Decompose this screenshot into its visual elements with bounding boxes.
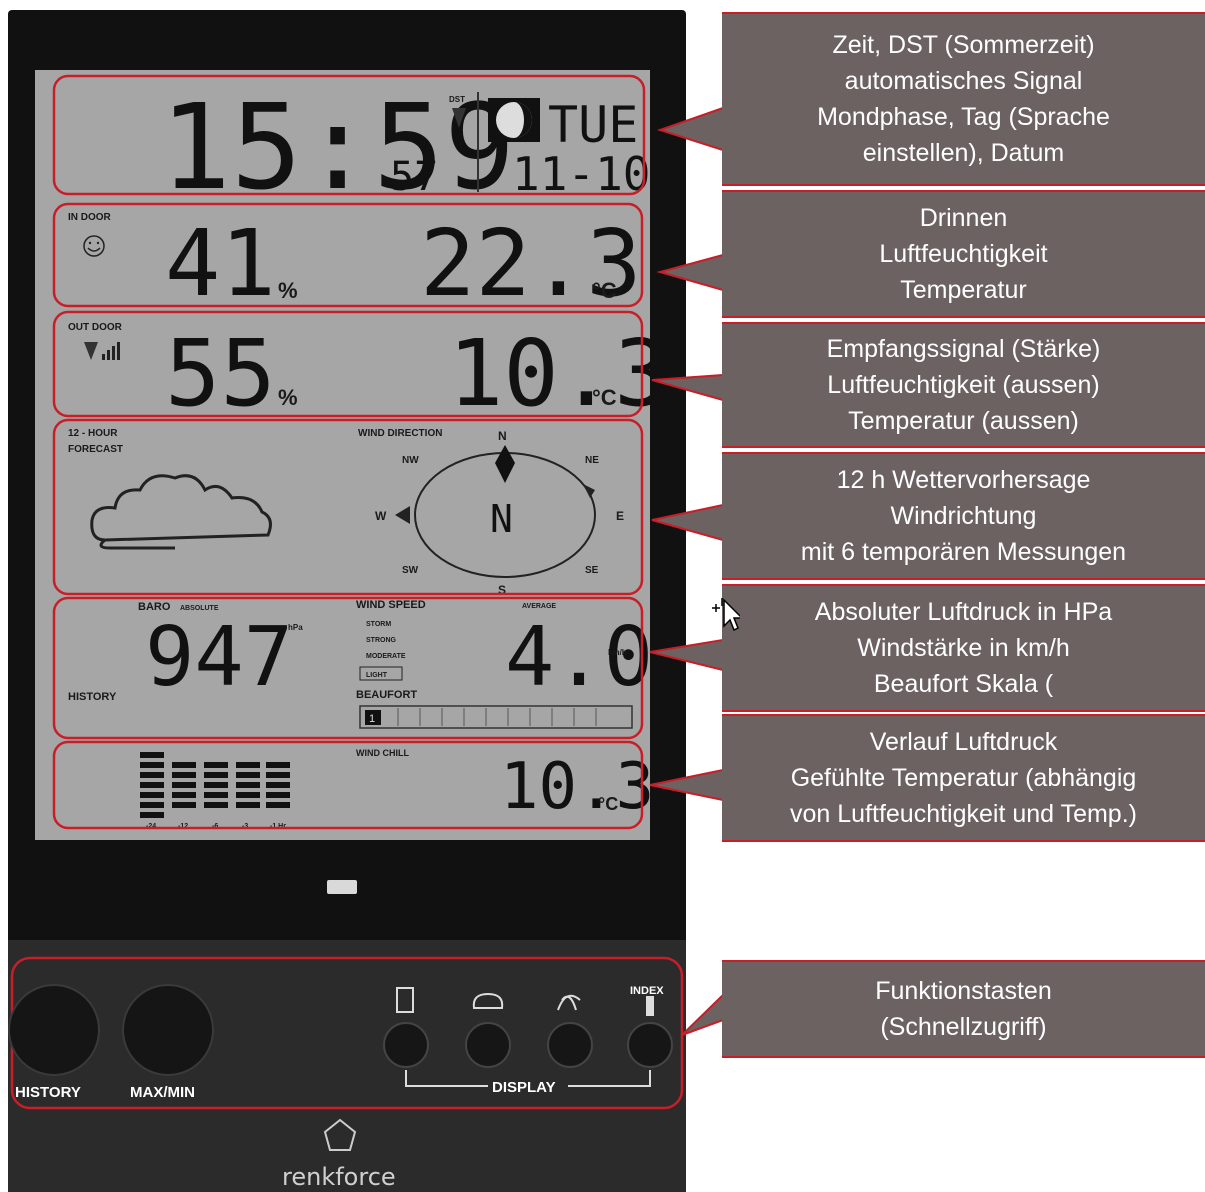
compass-center: N xyxy=(490,497,513,541)
day-display: TUE xyxy=(548,96,638,154)
callout-history: Verlauf Luftdruck Gefühlte Temperatur (a… xyxy=(722,714,1205,842)
history-label: HISTORY xyxy=(68,691,117,703)
callout-line: Luftfeuchtigkeit xyxy=(879,240,1048,268)
compass-nw: NW xyxy=(402,455,419,466)
callout-time: Zeit, DST (Sommerzeit) automatisches Sig… xyxy=(722,12,1205,186)
callout-line: Gefühlte Temperatur (abhängig xyxy=(790,764,1137,792)
callout-line: Windstärke in km/h xyxy=(857,634,1070,662)
forecast-icon xyxy=(472,992,504,1009)
forecast-section: 12 - HOUR FORECAST WIND DIRECTION N NE E… xyxy=(68,428,624,597)
storm-label: STORM xyxy=(366,621,391,628)
callout-line: Verlauf Luftdruck xyxy=(869,728,1058,756)
callout-line: Absoluter Luftdruck in HPa xyxy=(814,598,1113,626)
kmh-label: km/h xyxy=(608,648,627,657)
display-button-4[interactable] xyxy=(627,1022,673,1068)
callout-line: Funktionstasten xyxy=(875,977,1052,1005)
history-button[interactable] xyxy=(8,984,100,1076)
outdoor-section: OUT DOOR 55 % 10.3 °C xyxy=(68,320,670,427)
beaufort-label: BEAUFORT xyxy=(356,689,417,701)
callout-line: Temperatur xyxy=(900,276,1027,304)
strong-label: STRONG xyxy=(366,637,397,644)
callout-line: Luftfeuchtigkeit (aussen) xyxy=(827,371,1100,399)
indoor-label: IN DOOR xyxy=(68,212,112,223)
wind-direction-label: WIND DIRECTION xyxy=(358,428,442,439)
pressure-value: 947 xyxy=(145,610,293,705)
thermometer-icon xyxy=(646,996,654,1016)
wind-icon xyxy=(557,994,581,1011)
wind-speed-value: 4.0 xyxy=(505,610,653,705)
outdoor-percent: % xyxy=(278,385,298,410)
callout-line: Windrichtung xyxy=(890,502,1037,530)
dst-label: DST xyxy=(449,95,465,104)
callout-pointers xyxy=(649,107,724,1036)
compass-w: W xyxy=(375,509,387,523)
moderate-label: MODERATE xyxy=(366,653,406,660)
cloud-icon xyxy=(90,474,272,542)
baro-windspeed-section: BARO ABSOLUTE 947 hPa WIND SPEED AVERAGE… xyxy=(68,599,653,729)
callout-line: Drinnen xyxy=(919,204,1008,232)
callout-line: von Luftfeuchtigkeit und Temp.) xyxy=(790,800,1137,828)
light-label: LIGHT xyxy=(366,672,388,679)
wind-chill-value: 10.3 xyxy=(500,750,654,824)
callout-line: Temperatur (aussen) xyxy=(848,407,1079,435)
status-led xyxy=(327,880,357,894)
compass-se: SE xyxy=(585,565,599,576)
smiley-icon xyxy=(83,235,105,257)
indoor-percent: % xyxy=(278,278,298,303)
beaufort-value: 1 xyxy=(369,713,375,725)
renkforce-logo-icon xyxy=(323,1118,357,1151)
index-label: INDEX xyxy=(630,985,664,997)
wind-direction-pointer-icon xyxy=(495,445,515,483)
hpa-label: hPa xyxy=(288,623,303,632)
callout-buttons: Funktionstasten (Schnellzugriff) xyxy=(722,960,1205,1058)
callout-line: Mondphase, Tag (Sprache xyxy=(817,103,1110,131)
outdoor-label: OUT DOOR xyxy=(68,322,123,333)
callout-line: 12 h Wettervorhersage xyxy=(836,466,1091,494)
maxmin-button[interactable] xyxy=(122,984,214,1076)
display-button-3[interactable] xyxy=(547,1022,593,1068)
display-button-1[interactable] xyxy=(383,1022,429,1068)
compass-e: E xyxy=(616,509,624,523)
display-label: DISPLAY xyxy=(492,1079,556,1096)
device-buttons xyxy=(8,984,673,1151)
callout-outdoor: Empfangssignal (Stärke) Luftfeuchtigkeit… xyxy=(722,322,1205,448)
compass-ne: NE xyxy=(585,455,599,466)
history-windchill-section: -24 -12 -6 -3 -1 Hr WIND CHILL 10.3 °C xyxy=(140,748,654,830)
wind-speed-label: WIND SPEED xyxy=(356,599,426,611)
wind-chill-label: WIND CHILL xyxy=(356,748,409,758)
outdoor-celsius: °C xyxy=(592,385,617,410)
sensor-icon xyxy=(396,987,414,1013)
compass-sw: SW xyxy=(402,565,419,576)
indoor-humidity: 41 xyxy=(165,210,276,317)
mouse-cursor-icon xyxy=(712,598,740,632)
callout-line: mit 6 temporären Messungen xyxy=(800,538,1127,566)
callout-forecast: 12 h Wettervorhersage Windrichtung mit 6… xyxy=(722,452,1205,580)
brand-name: renkforce xyxy=(282,1163,396,1191)
callout-line: einstellen), Datum xyxy=(862,139,1065,167)
callout-line: Zeit, DST (Sommerzeit) xyxy=(832,31,1095,59)
display-button-2[interactable] xyxy=(465,1022,511,1068)
callout-line: automatisches Signal xyxy=(844,67,1083,95)
compass-n: N xyxy=(498,429,507,443)
callout-pressure: Absoluter Luftdruck in HPa Windstärke in… xyxy=(722,584,1205,712)
average-label: AVERAGE xyxy=(522,603,556,610)
history-button-label: HISTORY xyxy=(15,1084,81,1101)
reception-signal-icon xyxy=(84,342,98,360)
beaufort-scale xyxy=(359,705,633,729)
callout-indoor: Drinnen Luftfeuchtigkeit Temperatur xyxy=(722,190,1205,318)
callout-line: (Schnellzugriff) xyxy=(880,1013,1047,1041)
pressure-history-bars xyxy=(140,752,290,818)
outdoor-humidity: 55 xyxy=(165,320,276,427)
outdoor-temp: 10.3 xyxy=(448,320,670,427)
maxmin-button-label: MAX/MIN xyxy=(130,1084,195,1101)
indoor-celsius: °C xyxy=(592,278,617,303)
callout-line: Beaufort Skala ( xyxy=(873,670,1054,698)
forecast-label-1: 12 - HOUR xyxy=(68,428,118,439)
wind-chill-celsius: °C xyxy=(598,794,618,814)
callout-line: Empfangssignal (Stärke) xyxy=(826,335,1101,363)
time-section: 15:59 57 DST TUE 11-10 xyxy=(160,78,650,216)
indoor-section: IN DOOR 41 % 22.3 °C xyxy=(68,210,642,317)
forecast-label-2: FORECAST xyxy=(68,444,123,455)
